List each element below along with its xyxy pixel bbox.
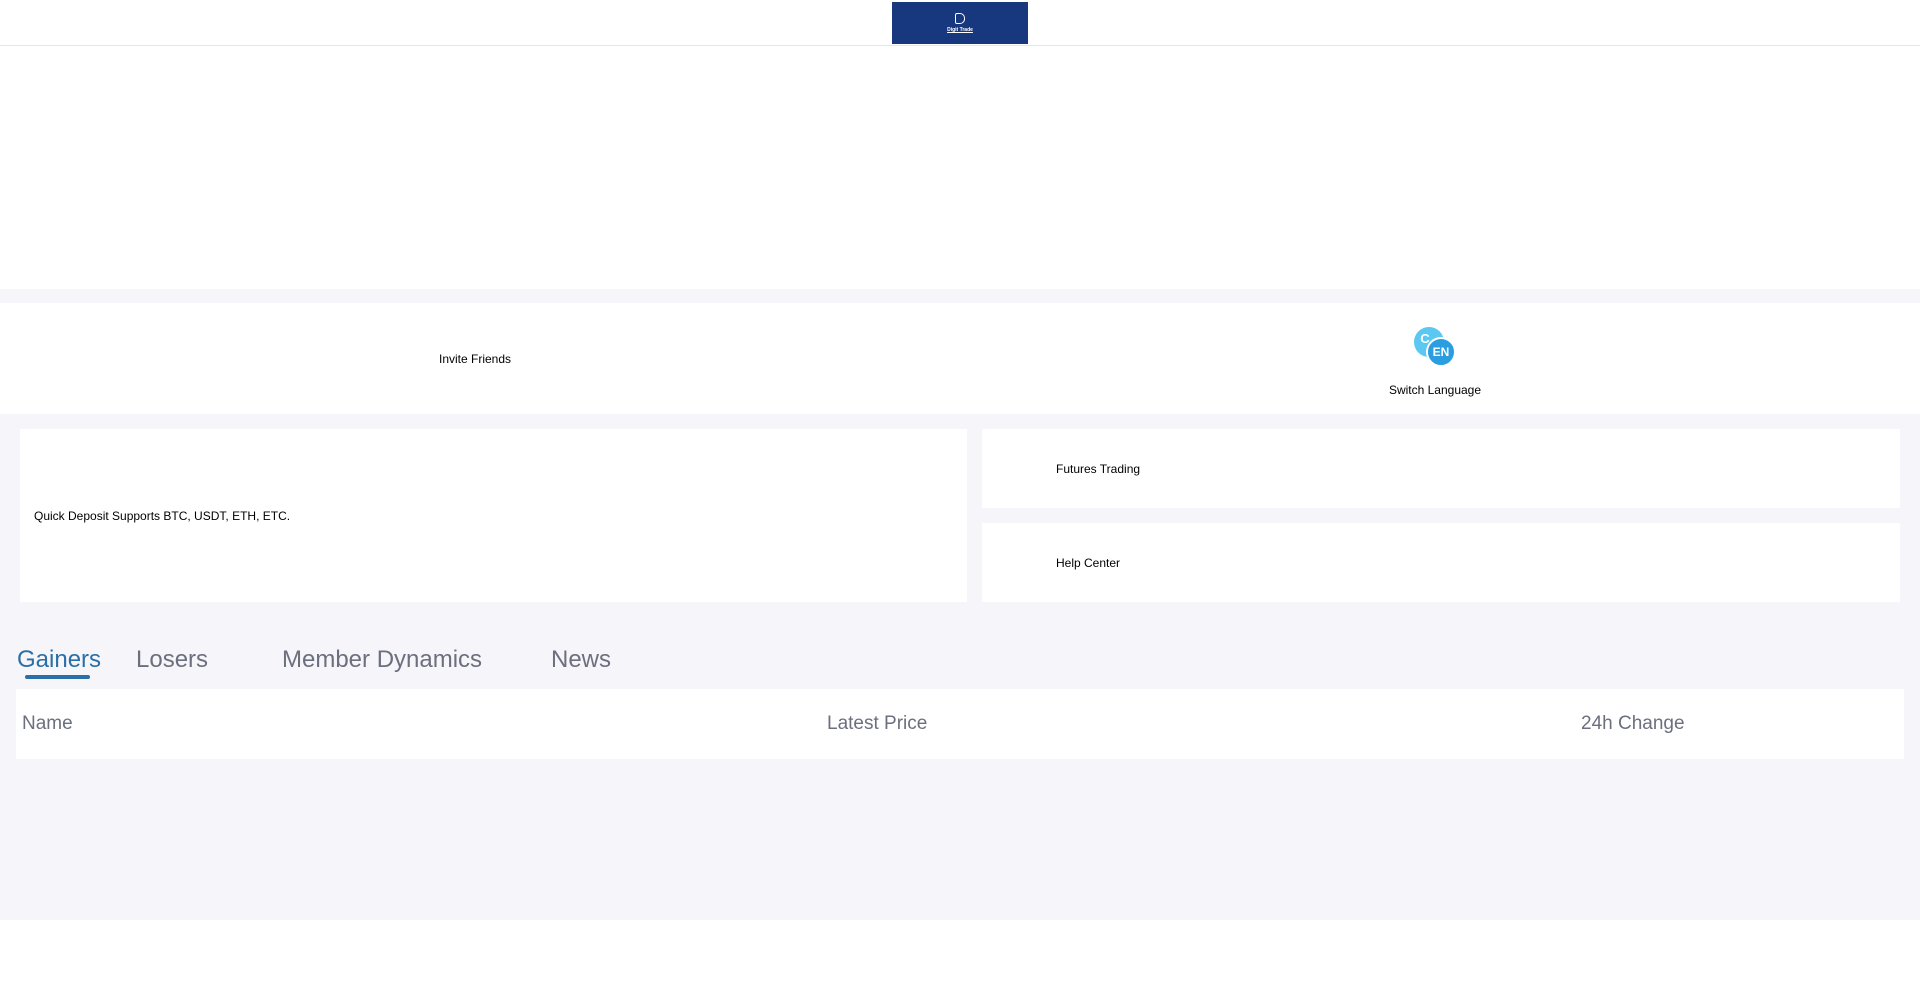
invite-friends-label: Invite Friends <box>438 351 512 366</box>
help-center-label: Help Center <box>1056 555 1121 570</box>
tab-member-dynamics[interactable]: Member Dynamics <box>282 640 482 680</box>
quick-deposit-card[interactable]: Quick Deposit Supports BTC, USDT, ETH, E… <box>20 429 967 602</box>
quick-links-bar: Invite Friends C EN Switch Language <box>0 303 1920 414</box>
active-tab-indicator <box>25 675 90 679</box>
banner-area <box>0 46 1920 289</box>
column-header-latest-price: Latest Price <box>827 713 928 734</box>
column-header-24h-change: 24h Change <box>1581 713 1685 734</box>
futures-trading-card[interactable]: Futures Trading <box>982 429 1900 508</box>
top-bar: Digit Trade <box>0 0 1920 46</box>
switch-language-label: Switch Language <box>1388 382 1482 397</box>
switch-language-link[interactable]: C EN Switch Language <box>1360 303 1510 414</box>
market-tabs: Gainers Losers Member Dynamics News <box>0 640 1920 680</box>
market-table-header: Name Latest Price 24h Change <box>16 689 1904 759</box>
logo-text: Digit Trade <box>947 27 973 33</box>
language-icon: C EN <box>1412 325 1458 369</box>
tab-gainers[interactable]: Gainers <box>17 640 101 680</box>
quick-deposit-label: Quick Deposit Supports BTC, USDT, ETH, E… <box>34 508 291 523</box>
invite-friends-link[interactable]: Invite Friends <box>400 303 550 414</box>
tab-news[interactable]: News <box>551 640 611 680</box>
column-header-name: Name <box>22 713 73 734</box>
logo-mark-icon <box>955 13 965 24</box>
futures-trading-label: Futures Trading <box>1056 461 1141 476</box>
tab-losers[interactable]: Losers <box>136 640 208 680</box>
help-center-card[interactable]: Help Center <box>982 523 1900 602</box>
language-bubble-front: EN <box>1426 336 1456 367</box>
site-logo[interactable]: Digit Trade <box>892 2 1028 44</box>
